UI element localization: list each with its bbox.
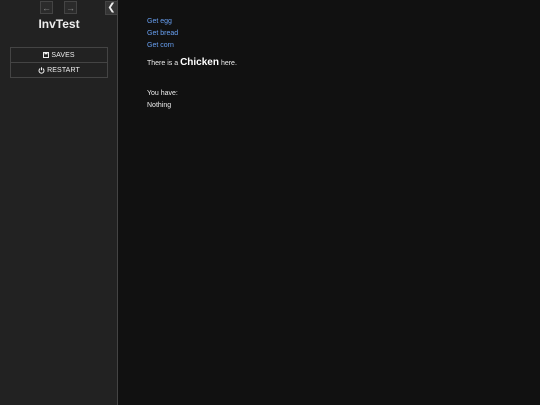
saves-label: SAVES: [51, 51, 75, 59]
arrow-right-icon: →: [66, 3, 75, 13]
restart-button[interactable]: RESTART: [11, 62, 107, 77]
passage-content: Get egg Get bread Get corn There is a Ch…: [147, 16, 237, 112]
history-back-button[interactable]: ←: [40, 1, 53, 14]
get-bread-link[interactable]: Get bread: [147, 28, 237, 40]
floppy-disk-icon: [43, 52, 50, 58]
power-icon: [38, 66, 45, 74]
saves-button[interactable]: SAVES: [11, 48, 107, 62]
history-forward-button[interactable]: →: [64, 1, 77, 14]
description-prefix: There is a: [147, 60, 179, 67]
chevron-left-icon: ❮: [107, 2, 116, 13]
story-title: InvTest: [38, 17, 80, 31]
inventory-value: Nothing: [147, 102, 172, 109]
sidebar: ← → ❮ InvTest SAVES RESTART: [0, 0, 118, 405]
get-egg-link[interactable]: Get egg: [147, 16, 237, 28]
arrow-left-icon: ←: [42, 3, 51, 13]
inventory: You have: Nothing: [147, 88, 237, 112]
description-suffix: here.: [220, 60, 237, 67]
chicken-name: Chicken: [180, 57, 219, 68]
restart-label: RESTART: [47, 66, 80, 74]
inventory-label: You have:: [147, 90, 178, 97]
sidebar-toggle-button[interactable]: ❮: [105, 1, 118, 15]
description-line: There is a Chicken here.: [147, 57, 237, 70]
get-corn-link[interactable]: Get corn: [147, 40, 237, 52]
main-menu: SAVES RESTART: [10, 47, 108, 78]
